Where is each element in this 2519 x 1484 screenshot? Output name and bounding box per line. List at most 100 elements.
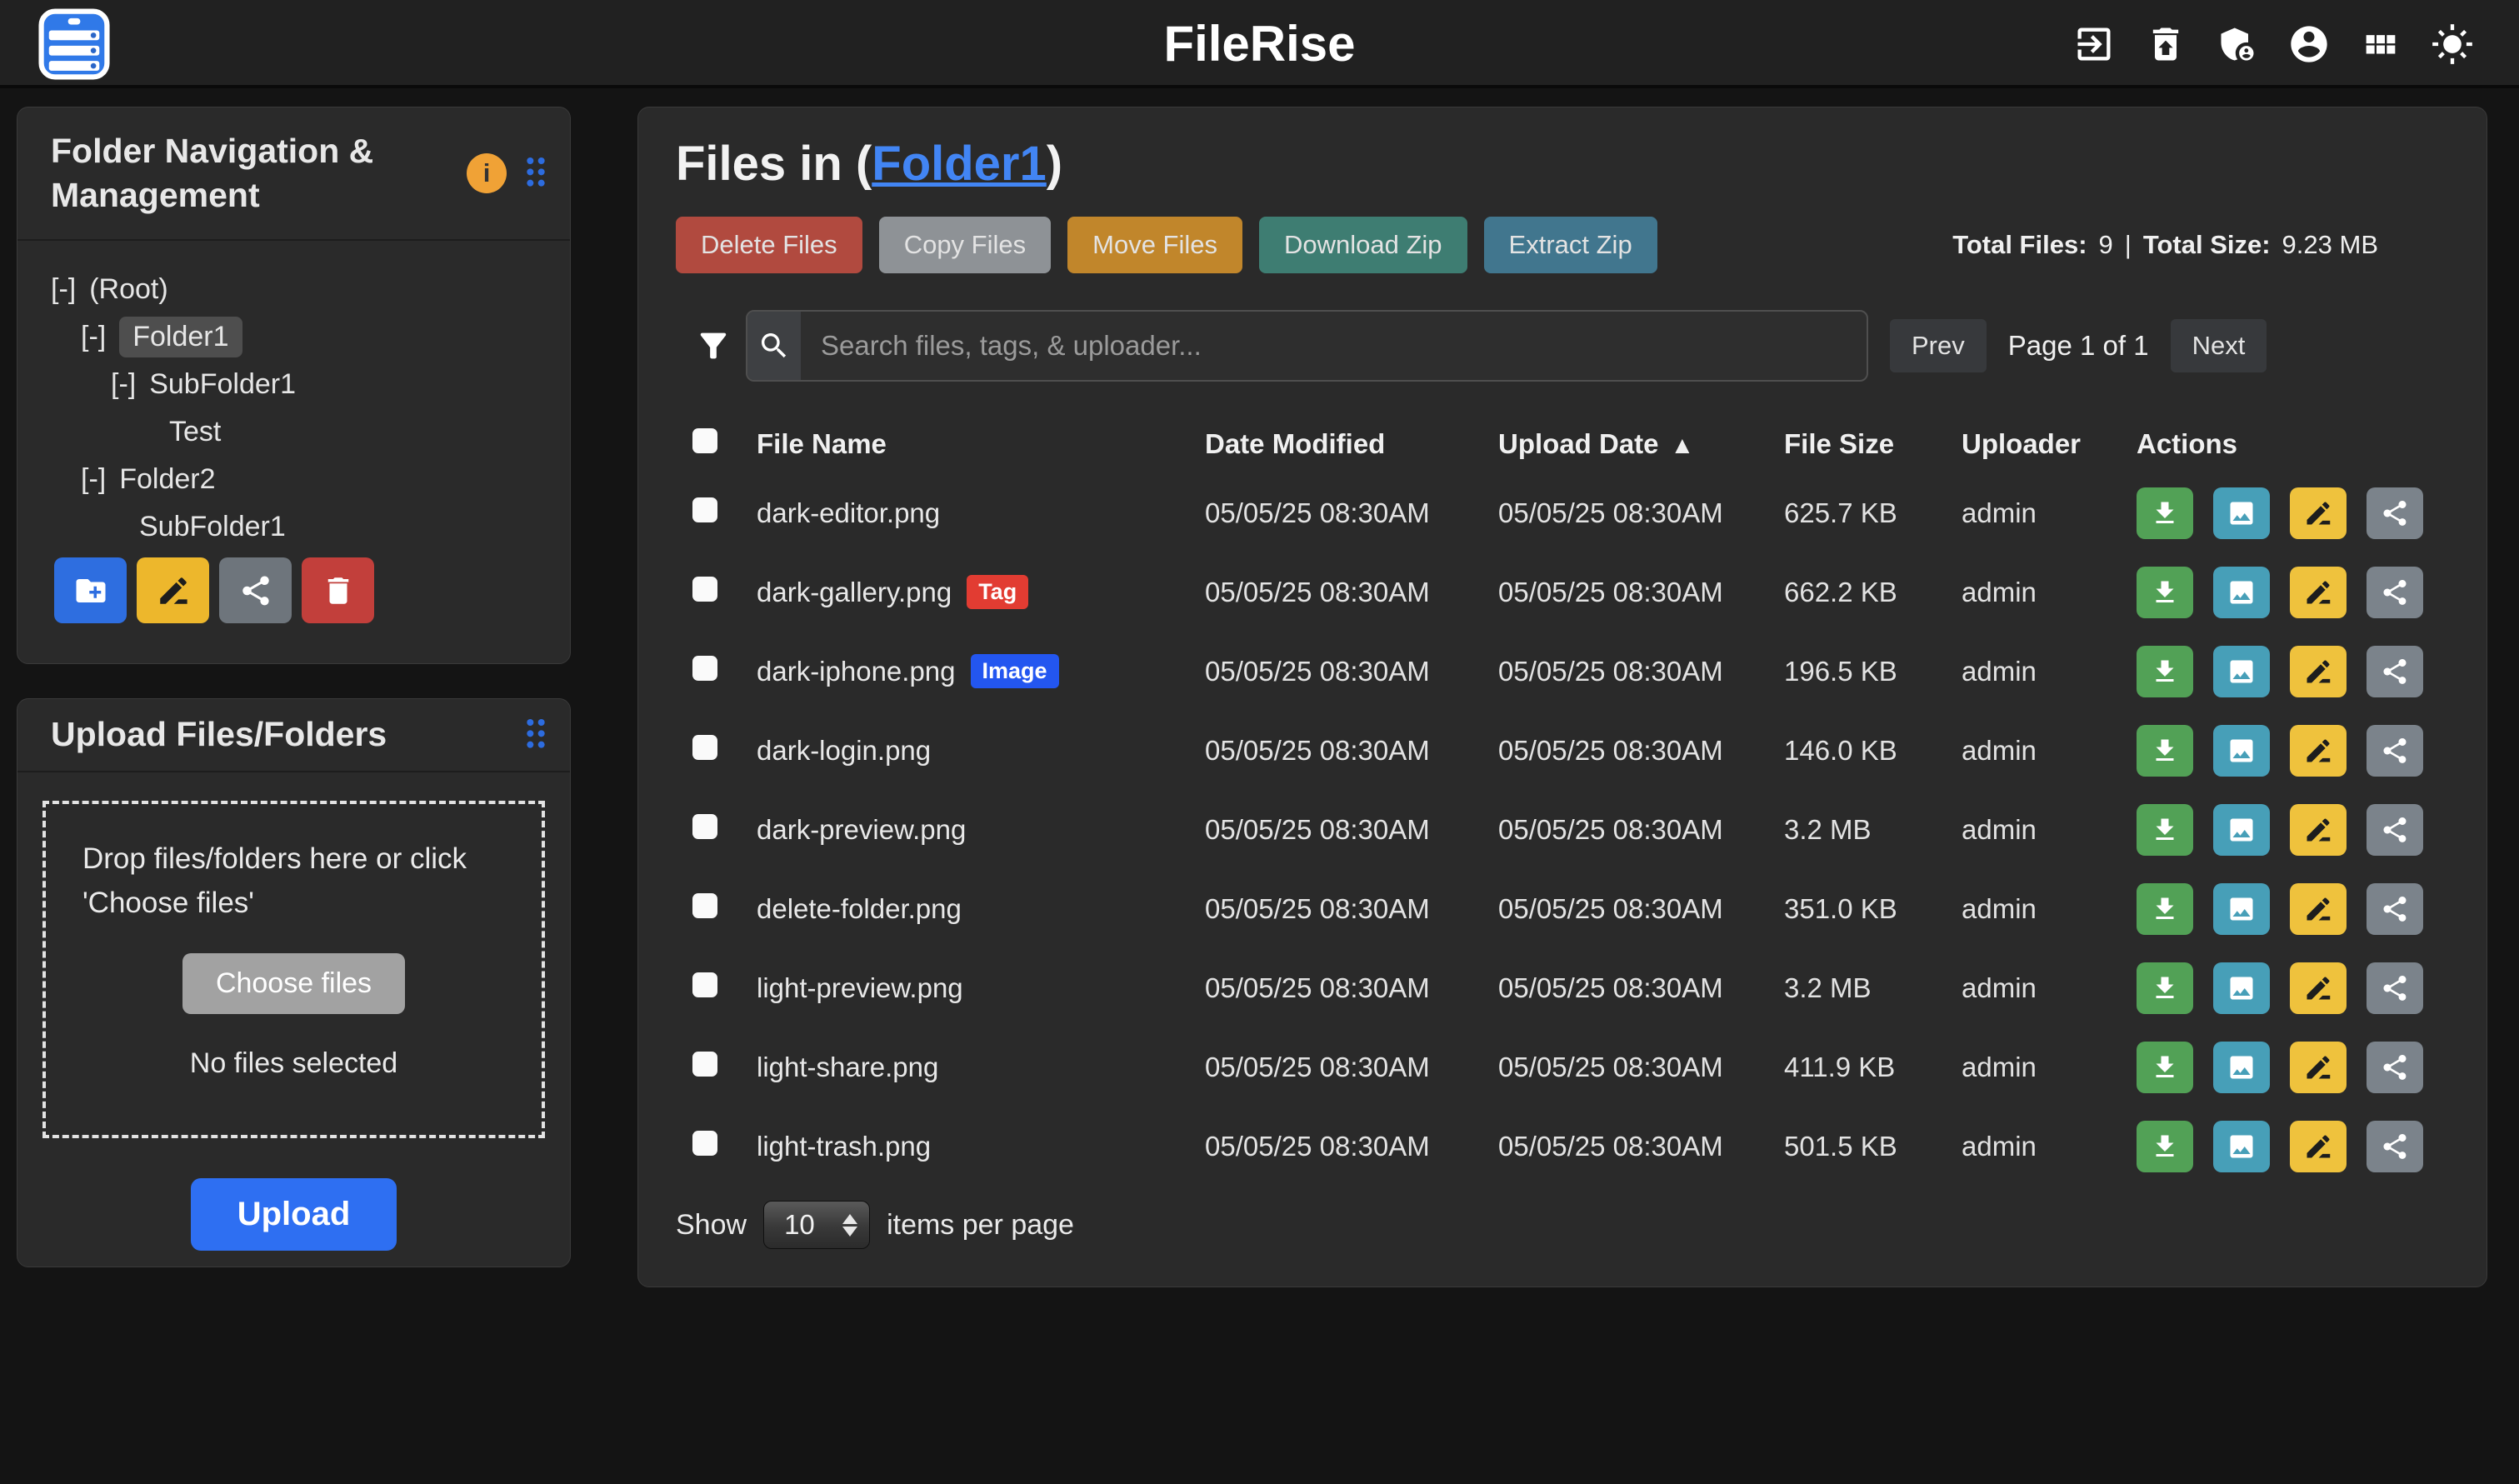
download-zip-button[interactable]: Download Zip [1259,217,1467,273]
file-name[interactable]: dark-gallery.png [757,577,952,608]
info-icon[interactable]: i [467,153,507,193]
row-share-button[interactable] [2367,567,2423,618]
file-name[interactable]: dark-login.png [757,735,931,767]
row-checkbox[interactable] [692,1131,717,1156]
restore-trash-icon[interactable] [2144,22,2187,66]
row-download-button[interactable] [2137,646,2193,697]
row-checkbox[interactable] [692,1052,717,1077]
row-share-button[interactable] [2367,883,2423,935]
row-share-button[interactable] [2367,1121,2423,1172]
extract-zip-button[interactable]: Extract Zip [1484,217,1657,273]
search-input[interactable] [801,312,1867,380]
drag-handle-icon[interactable] [523,717,548,753]
file-name[interactable]: dark-iphone.png [757,656,956,687]
row-preview-button[interactable] [2213,962,2270,1014]
admin-settings-icon[interactable] [2216,22,2259,66]
row-preview-button[interactable] [2213,646,2270,697]
row-checkbox[interactable] [692,972,717,997]
row-download-button[interactable] [2137,962,2193,1014]
column-header-file-name[interactable]: File Name [757,428,1205,460]
row-edit-button[interactable] [2290,487,2347,539]
row-download-button[interactable] [2137,567,2193,618]
row-download-button[interactable] [2137,725,2193,777]
row-preview-button[interactable] [2213,487,2270,539]
row-download-button[interactable] [2137,804,2193,856]
file-name[interactable]: light-share.png [757,1052,938,1083]
row-checkbox[interactable] [692,893,717,918]
row-edit-button[interactable] [2290,804,2347,856]
row-share-button[interactable] [2367,725,2423,777]
row-edit-button[interactable] [2290,883,2347,935]
apps-grid-icon[interactable] [2359,22,2402,66]
copy-files-button[interactable]: Copy Files [879,217,1051,273]
file-name[interactable]: delete-folder.png [757,893,962,925]
row-download-button[interactable] [2137,1042,2193,1093]
column-header-date-modified[interactable]: Date Modified [1205,428,1498,460]
tree-item-folder1[interactable]: [-]Folder1 [17,313,570,361]
row-share-button[interactable] [2367,804,2423,856]
file-dropzone[interactable]: Drop files/folders here or click 'Choose… [42,801,545,1138]
row-edit-button[interactable] [2290,567,2347,618]
row-preview-button[interactable] [2213,883,2270,935]
current-folder-link[interactable]: Folder1 [872,137,1047,191]
filter-icon[interactable] [694,327,732,365]
tree-collapse-toggle[interactable]: [-] [81,463,106,496]
file-name[interactable]: light-preview.png [757,972,963,1004]
row-preview-button[interactable] [2213,725,2270,777]
row-edit-button[interactable] [2290,1121,2347,1172]
share-folder-button[interactable] [219,557,292,623]
items-per-page-select[interactable]: 10 [763,1201,870,1249]
row-checkbox[interactable] [692,497,717,522]
row-checkbox[interactable] [692,814,717,839]
row-preview-button[interactable] [2213,804,2270,856]
move-files-button[interactable]: Move Files [1067,217,1242,273]
tree-collapse-toggle[interactable]: [-] [81,321,106,353]
file-name[interactable]: light-trash.png [757,1131,931,1162]
column-header-uploader[interactable]: Uploader [1962,428,2137,460]
choose-files-button[interactable]: Choose files [182,953,405,1014]
column-header-upload-date[interactable]: Upload Date▲ [1498,428,1784,460]
row-share-button[interactable] [2367,487,2423,539]
row-edit-button[interactable] [2290,725,2347,777]
tree-collapse-toggle[interactable]: [-] [111,368,136,401]
rename-folder-button[interactable] [137,557,209,623]
row-checkbox[interactable] [692,735,717,760]
row-edit-button[interactable] [2290,1042,2347,1093]
select-all-checkbox[interactable] [692,428,717,453]
row-checkbox[interactable] [692,577,717,602]
row-edit-button[interactable] [2290,646,2347,697]
light-mode-icon[interactable] [2431,22,2474,66]
row-preview-button[interactable] [2213,567,2270,618]
create-folder-button[interactable] [54,557,127,623]
upload-button[interactable]: Upload [191,1178,397,1251]
row-share-button[interactable] [2367,962,2423,1014]
search-icon[interactable] [747,312,801,380]
row-edit-button[interactable] [2290,962,2347,1014]
tree-item-test[interactable]: Test [17,408,570,456]
tree-item-root[interactable]: [-](Root) [17,266,570,313]
tree-item-subfolder1[interactable]: SubFolder1 [17,503,570,551]
tree-item-folder2[interactable]: [-]Folder2 [17,456,570,503]
tree-collapse-toggle[interactable]: [-] [51,273,76,306]
file-name[interactable]: dark-preview.png [757,814,966,846]
column-header-file-size[interactable]: File Size [1784,428,1962,460]
logout-icon[interactable] [2072,22,2116,66]
row-preview-button[interactable] [2213,1121,2270,1172]
prev-page-button[interactable]: Prev [1890,319,1987,372]
row-preview-button[interactable] [2213,1042,2270,1093]
select-spinner-icon[interactable] [842,1214,857,1237]
folder-navigation-panel: Folder Navigation & Management i [-](Roo… [17,107,571,664]
row-download-button[interactable] [2137,883,2193,935]
drag-handle-icon[interactable] [523,155,548,192]
tree-item-subfolder1[interactable]: [-]SubFolder1 [17,361,570,408]
row-checkbox[interactable] [692,656,717,681]
row-download-button[interactable] [2137,487,2193,539]
row-download-button[interactable] [2137,1121,2193,1172]
delete-folder-button[interactable] [302,557,374,623]
row-share-button[interactable] [2367,1042,2423,1093]
file-name[interactable]: dark-editor.png [757,497,940,529]
row-share-button[interactable] [2367,646,2423,697]
account-circle-icon[interactable] [2287,22,2331,66]
next-page-button[interactable]: Next [2171,319,2267,372]
delete-files-button[interactable]: Delete Files [676,217,862,273]
